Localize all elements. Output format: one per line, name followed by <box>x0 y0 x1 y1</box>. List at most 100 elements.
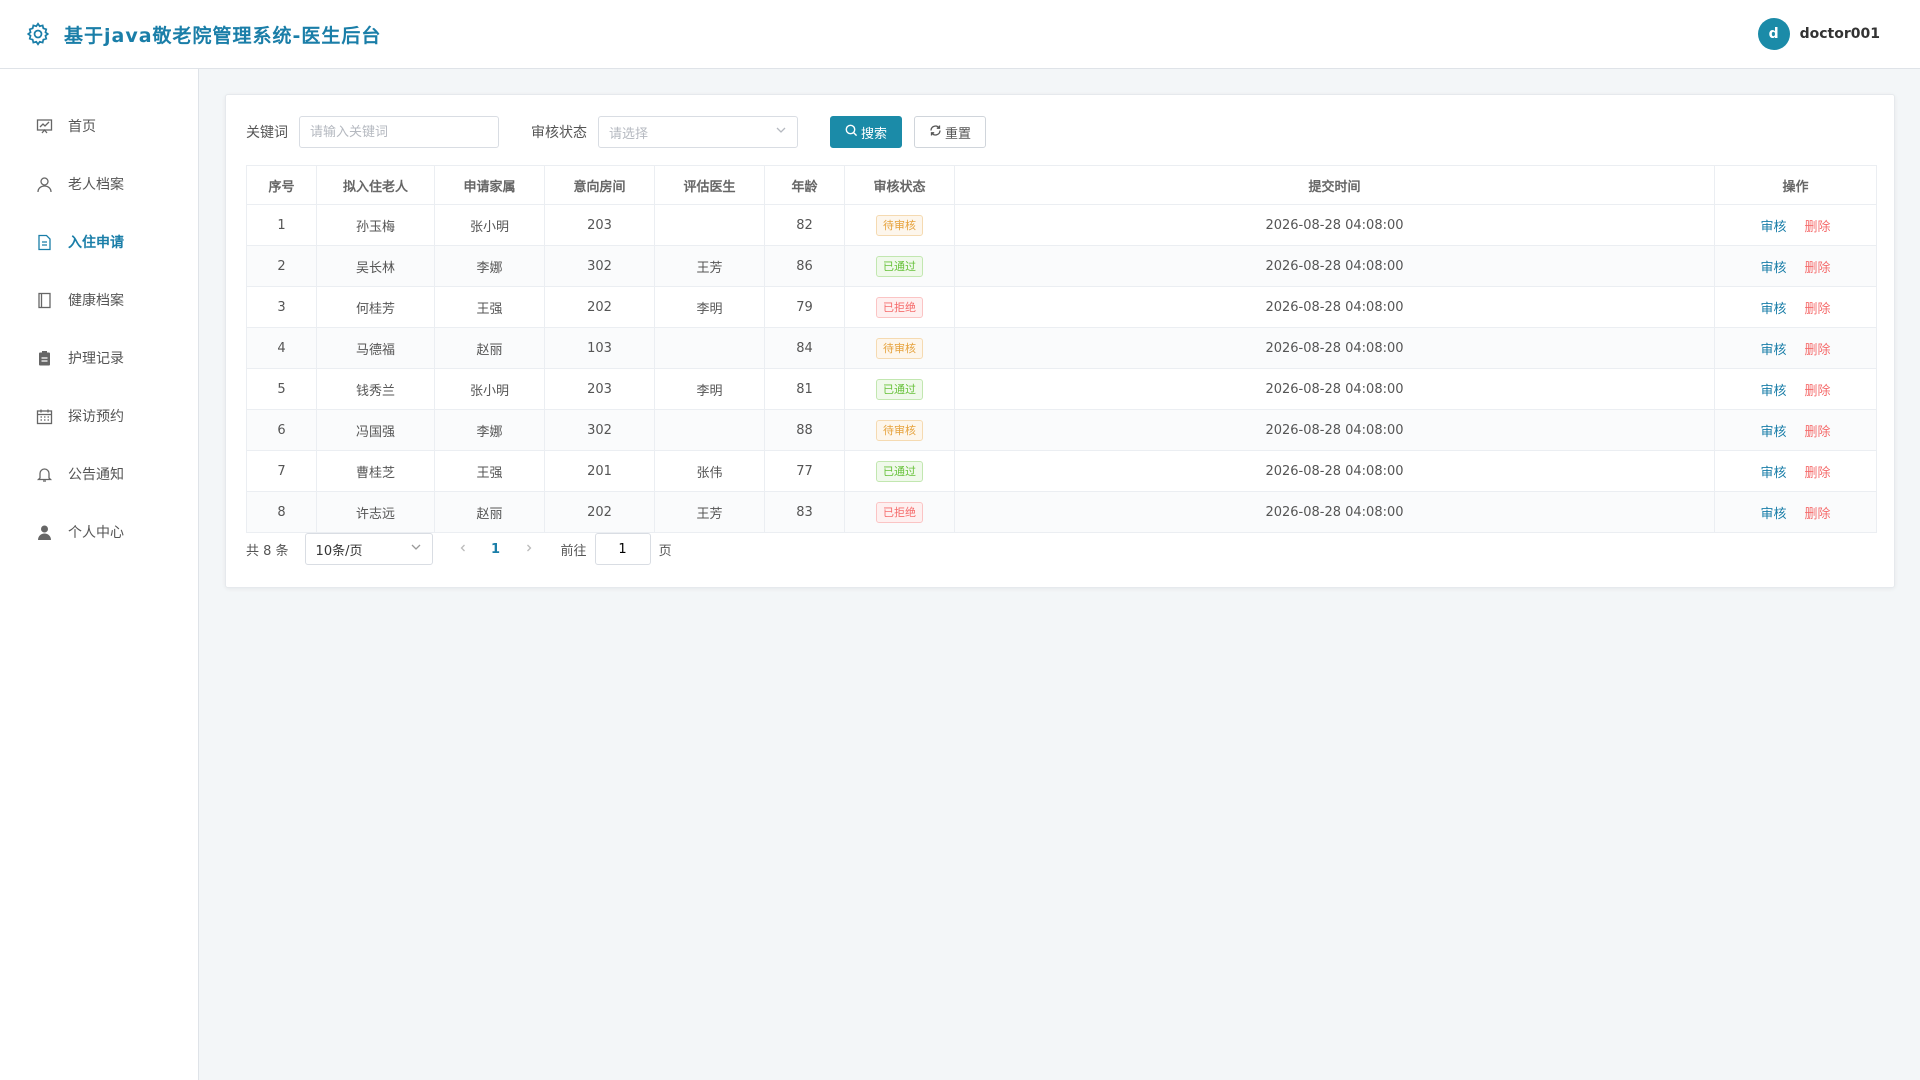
cell-time: 2026-08-28 04:08:00 <box>954 327 1715 369</box>
delete-button[interactable]: 删除 <box>1805 302 1831 317</box>
column-header: 提交时间 <box>954 165 1715 205</box>
column-header: 审核状态 <box>844 165 955 205</box>
total-count: 共 8 条 <box>246 543 289 559</box>
goto-page-input[interactable] <box>594 533 651 565</box>
review-button[interactable]: 审核 <box>1760 384 1786 399</box>
cell-doctor: 李明 <box>654 368 765 410</box>
column-header: 拟入住老人 <box>316 165 435 205</box>
page-size-select[interactable]: 10条/页 <box>304 533 433 565</box>
delete-button[interactable]: 删除 <box>1805 425 1831 440</box>
status-select[interactable]: 请选择 <box>598 116 798 148</box>
sidebar-item-home[interactable]: 首页 <box>0 97 198 155</box>
column-header: 序号 <box>246 165 317 205</box>
table-row: 6 冯国强 李娜 302 88 待审核 2026-08-28 04:08:00 审核 删除 <box>246 409 1877 451</box>
cell-actions: 审核 删除 <box>1714 491 1877 533</box>
review-button[interactable]: 审核 <box>1760 302 1786 317</box>
brand: 基于java敬老院管理系统-医生后台 <box>25 21 381 48</box>
admission-table: 序号 拟入住老人 申请家属 意向房间 评估医生 年龄 审核状态 提交时间 操作 … <box>246 165 1877 533</box>
page-size-value: 10条/页 <box>315 543 363 559</box>
cell-status: 待审核 <box>844 204 955 246</box>
cell-elder: 吴长林 <box>316 245 435 287</box>
gear-icon <box>25 21 51 47</box>
cell-elder: 曹桂芝 <box>316 450 435 492</box>
delete-button[interactable]: 删除 <box>1805 343 1831 358</box>
avatar[interactable]: d <box>1757 18 1790 50</box>
cell-family: 王强 <box>434 286 545 328</box>
delete-button[interactable]: 删除 <box>1805 507 1831 522</box>
cell-room: 302 <box>544 409 655 451</box>
cell-age: 81 <box>764 368 845 410</box>
review-button[interactable]: 审核 <box>1760 466 1786 481</box>
search-button[interactable]: 搜索 <box>830 116 903 148</box>
clipboard-icon <box>36 350 53 367</box>
refresh-icon <box>929 124 945 141</box>
page-number-current[interactable]: 1 <box>481 542 511 557</box>
sidebar-item-profile[interactable]: 个人中心 <box>0 503 198 561</box>
reset-button[interactable]: 重置 <box>914 116 987 148</box>
user-menu[interactable]: d doctor001 <box>1757 18 1880 50</box>
cell-status: 已拒绝 <box>844 286 955 328</box>
sidebar-item-visits[interactable]: 探访预约 <box>0 387 198 445</box>
sidebar-item-health[interactable]: 健康档案 <box>0 271 198 329</box>
cell-room: 203 <box>544 368 655 410</box>
sidebar-item-nursing[interactable]: 护理记录 <box>0 329 198 387</box>
document-icon <box>36 234 53 251</box>
cell-room: 203 <box>544 204 655 246</box>
sidebar-item-elder-records[interactable]: 老人档案 <box>0 155 198 213</box>
cell-status: 已拒绝 <box>844 491 955 533</box>
notebook-icon <box>36 292 53 309</box>
table-row: 2 吴长林 李娜 302 王芳 86 已通过 2026-08-28 04:08:00 审核 删除 <box>246 245 1877 287</box>
review-button[interactable]: 审核 <box>1760 425 1786 440</box>
cell-family: 王强 <box>434 450 545 492</box>
sidebar-item-admission[interactable]: 入住申请 <box>0 213 198 271</box>
delete-button[interactable]: 删除 <box>1805 384 1831 399</box>
cell-doctor: 王芳 <box>654 245 765 287</box>
column-header: 意向房间 <box>544 165 655 205</box>
table-row: 8 许志远 赵丽 202 王芳 83 已拒绝 2026-08-28 04:08:00 审核 删除 <box>246 491 1877 533</box>
cell-actions: 审核 删除 <box>1714 409 1877 451</box>
cell-actions: 审核 删除 <box>1714 204 1877 246</box>
sidebar-item-label: 首页 <box>68 119 96 135</box>
status-badge: 已拒绝 <box>876 501 923 523</box>
cell-family: 张小明 <box>434 204 545 246</box>
review-button[interactable]: 审核 <box>1760 220 1786 235</box>
review-button[interactable]: 审核 <box>1760 343 1786 358</box>
status-badge: 已通过 <box>876 255 923 277</box>
chart-board-icon <box>36 118 53 135</box>
status-badge: 待审核 <box>876 337 923 359</box>
sidebar-item-notices[interactable]: 公告通知 <box>0 445 198 503</box>
delete-button[interactable]: 删除 <box>1805 466 1831 481</box>
cell-family: 李娜 <box>434 409 545 451</box>
filter-toolbar: 关键词 审核状态 请选择 搜索 重置 <box>246 116 987 148</box>
column-header: 年龄 <box>764 165 845 205</box>
cell-no: 4 <box>246 327 317 369</box>
reset-button-label: 重置 <box>945 126 972 142</box>
cell-family: 赵丽 <box>434 327 545 369</box>
delete-button[interactable]: 删除 <box>1805 220 1831 235</box>
cell-doctor <box>654 204 765 246</box>
delete-button[interactable]: 删除 <box>1805 261 1831 276</box>
next-page-button[interactable] <box>519 542 539 557</box>
review-button[interactable]: 审核 <box>1760 507 1786 522</box>
search-icon <box>845 124 861 141</box>
status-badge: 已通过 <box>876 378 923 400</box>
sidebar-item-label: 入住申请 <box>68 235 124 251</box>
column-header: 操作 <box>1714 165 1877 205</box>
cell-elder: 冯国强 <box>316 409 435 451</box>
bell-icon <box>36 466 53 483</box>
status-badge: 待审核 <box>876 214 923 236</box>
cell-age: 88 <box>764 409 845 451</box>
column-header: 申请家属 <box>434 165 545 205</box>
prev-page-button[interactable] <box>453 542 473 557</box>
cell-doctor: 王芳 <box>654 491 765 533</box>
keyword-input[interactable] <box>299 116 499 148</box>
cell-status: 已通过 <box>844 245 955 287</box>
username[interactable]: doctor001 <box>1800 26 1880 42</box>
chevron-right-icon <box>526 544 531 551</box>
cell-no: 6 <box>246 409 317 451</box>
sidebar-item-label: 护理记录 <box>68 351 124 367</box>
table-row: 7 曹桂芝 王强 201 张伟 77 已通过 2026-08-28 04:08:00 审核 删除 <box>246 450 1877 492</box>
cell-no: 2 <box>246 245 317 287</box>
review-button[interactable]: 审核 <box>1760 261 1786 276</box>
cell-status: 已通过 <box>844 450 955 492</box>
